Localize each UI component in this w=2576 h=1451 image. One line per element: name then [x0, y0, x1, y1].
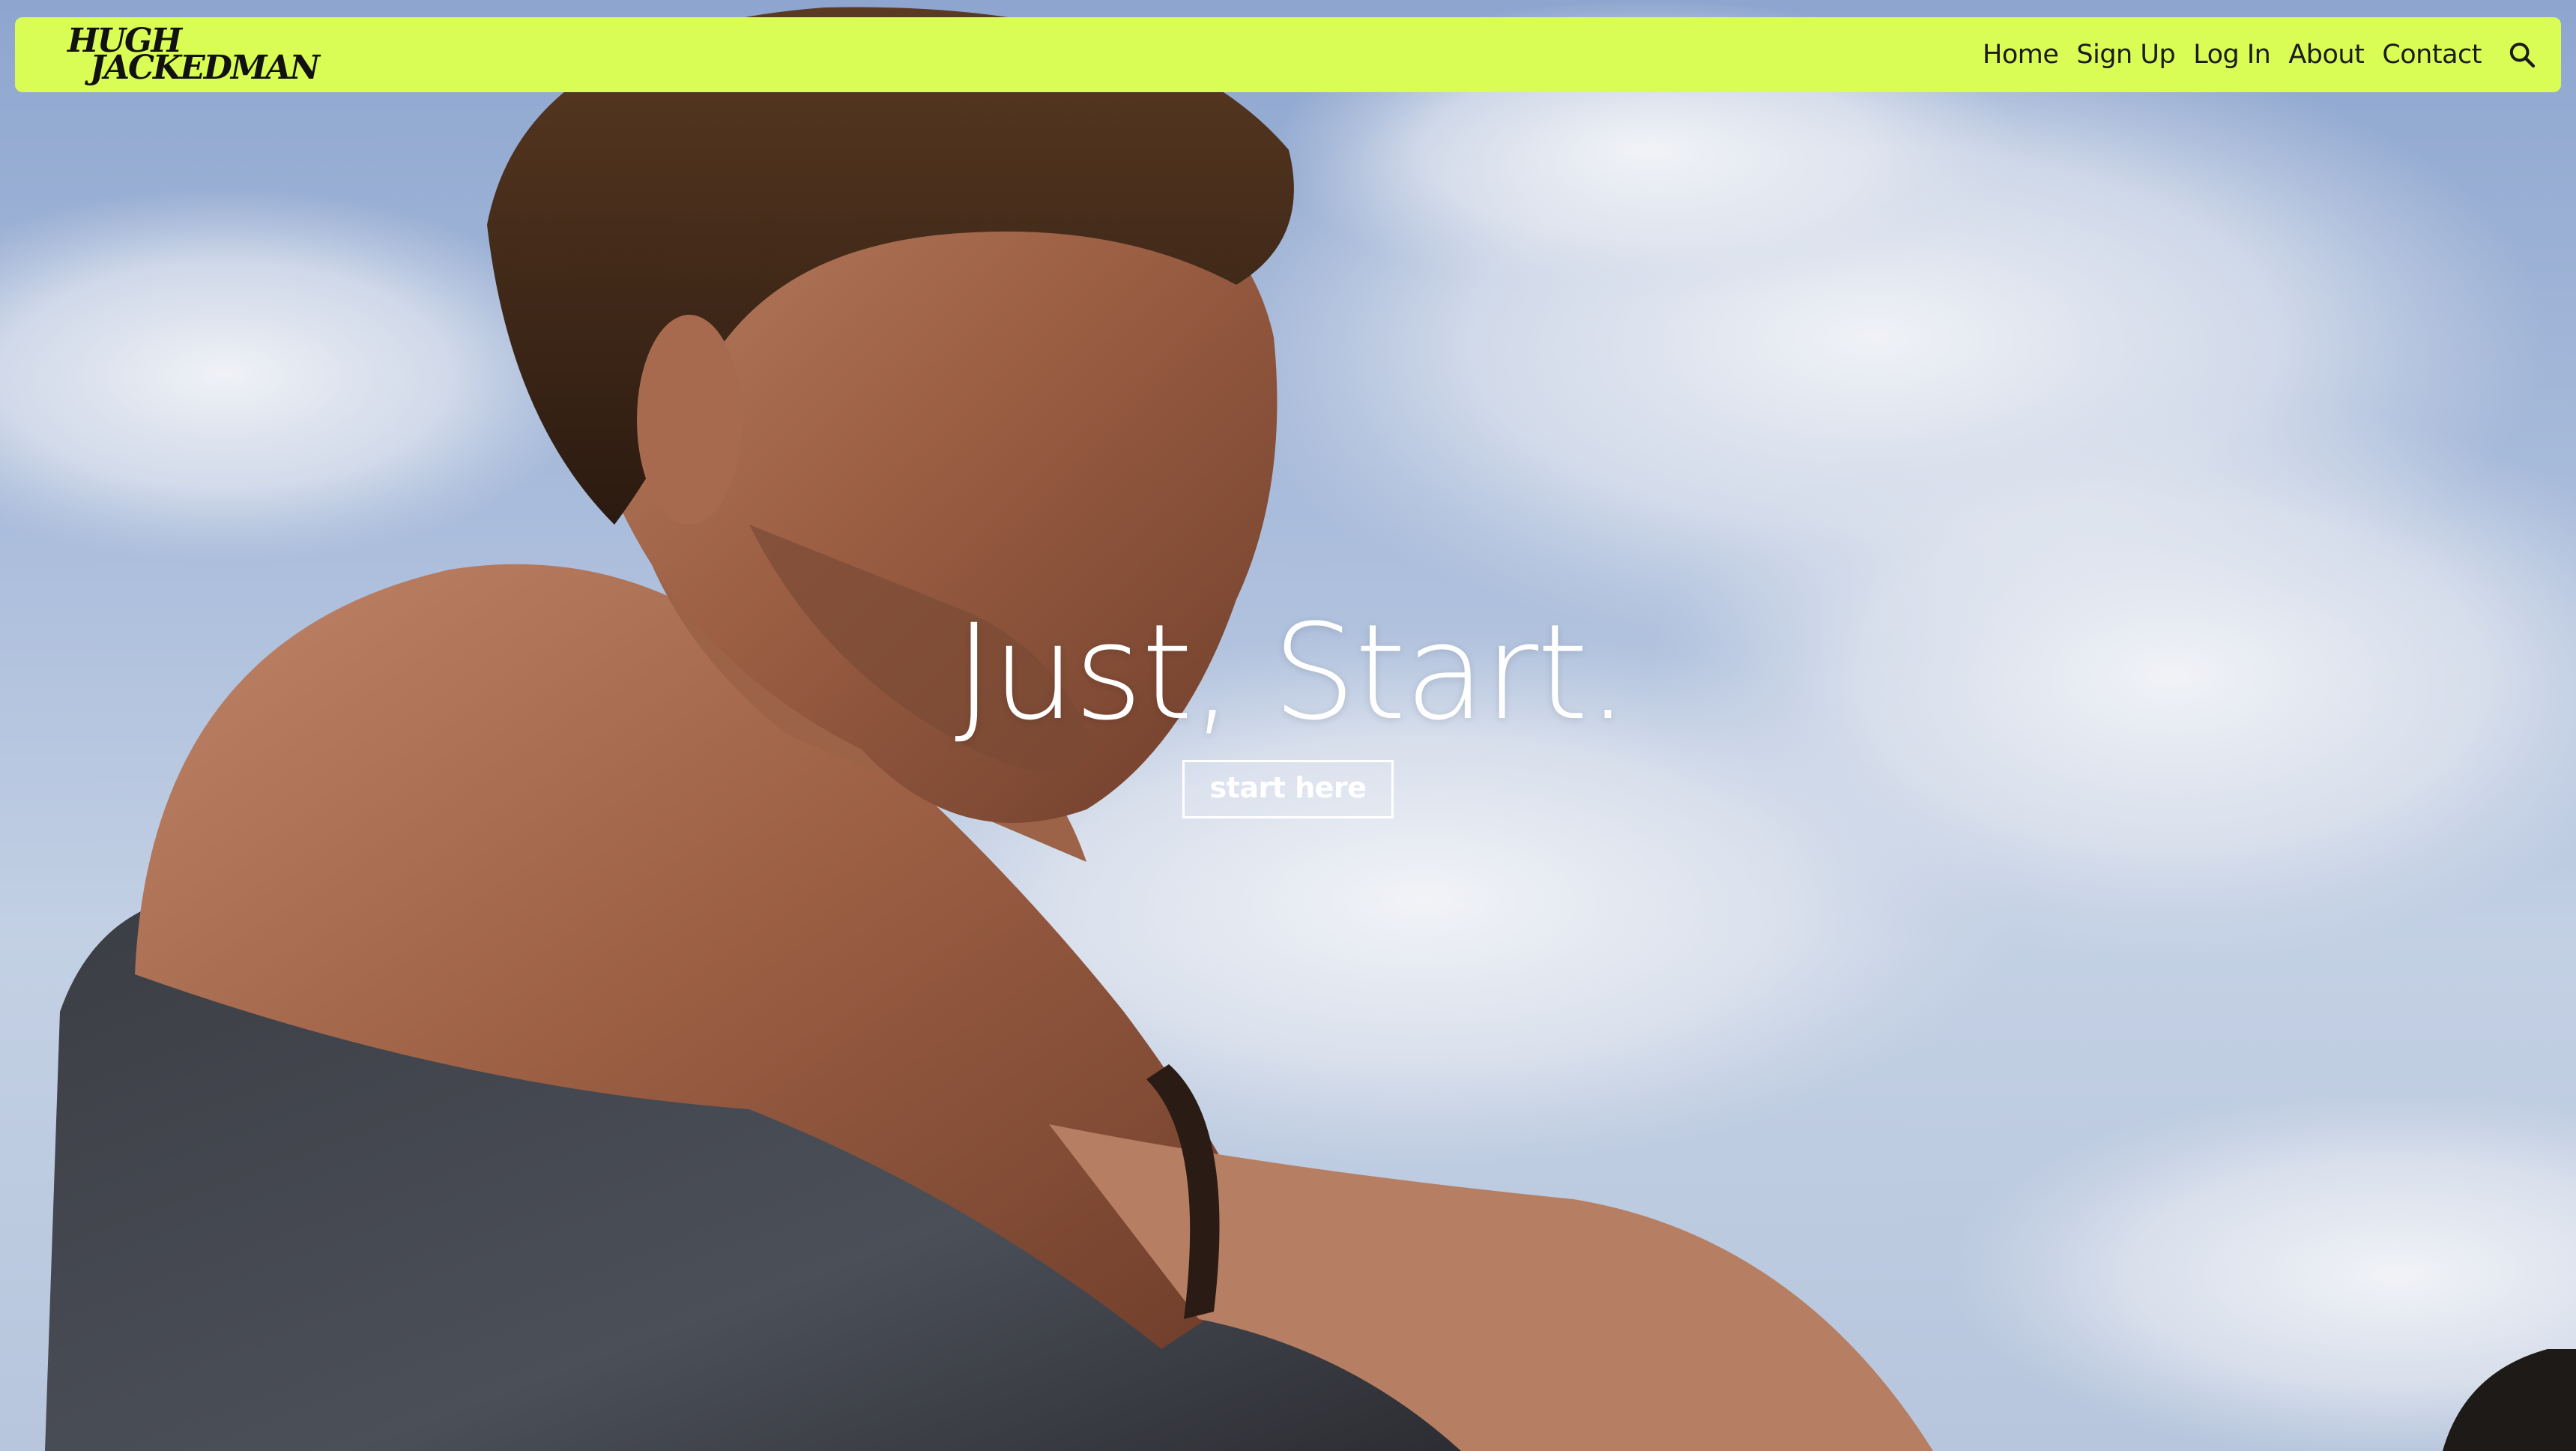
- top-navbar: HUGH JACKEDMAN Home Sign Up Log In About…: [15, 17, 2561, 92]
- nav-link-about[interactable]: About: [2288, 40, 2364, 70]
- hero-title: Just, Start.: [955, 596, 1629, 749]
- page: HUGH JACKEDMAN Home Sign Up Log In About…: [0, 0, 2576, 1451]
- nav-link-log-in[interactable]: Log In: [2193, 40, 2271, 70]
- nav-link-home[interactable]: Home: [1983, 40, 2059, 70]
- hero-section: Just, Start. start here: [0, 607, 2576, 818]
- search-icon: [2509, 42, 2536, 68]
- search-button[interactable]: [2504, 37, 2540, 73]
- nav-menu: Home Sign Up Log In About Contact: [1983, 37, 2540, 73]
- nav-link-contact[interactable]: Contact: [2382, 40, 2482, 70]
- brand-logo[interactable]: HUGH JACKEDMAN: [54, 24, 320, 87]
- start-here-button[interactable]: start here: [1182, 760, 1394, 818]
- logo-line-2: JACKEDMAN: [90, 49, 320, 87]
- nav-link-sign-up[interactable]: Sign Up: [2076, 40, 2175, 70]
